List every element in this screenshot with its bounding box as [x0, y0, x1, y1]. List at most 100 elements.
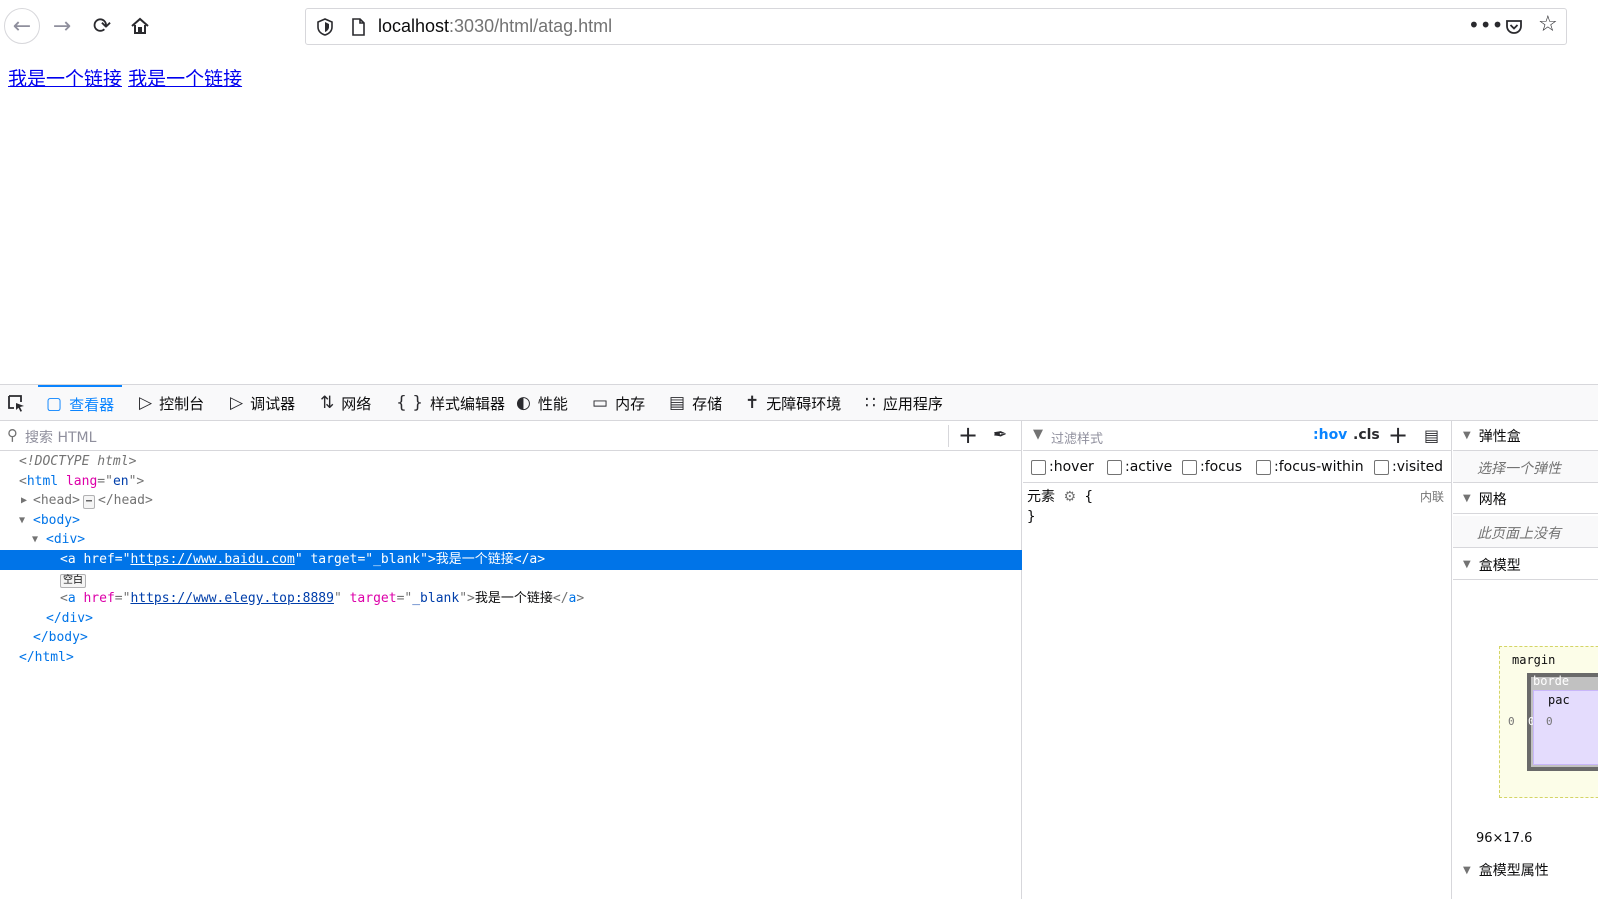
print-simulation-icon[interactable]: ▤: [1424, 426, 1439, 445]
add-rule-button[interactable]: +: [1388, 421, 1408, 449]
url-bar[interactable]: localhost:3030/html/atag.html ••• ☆: [305, 8, 1567, 45]
pseudo-active-checkbox[interactable]: :active: [1107, 459, 1172, 475]
tab-console[interactable]: ▷ 控制台: [131, 385, 212, 421]
page-link-baidu[interactable]: 我是一个链接: [8, 68, 122, 90]
pseudo-visited-label: :visited: [1392, 459, 1444, 475]
tree-node-body-close[interactable]: </body>: [0, 628, 1022, 648]
element-rule-selector-line: 元素 ⚙ { 内联: [1027, 487, 1444, 507]
a1-text: 我是一个链接: [435, 551, 514, 567]
reload-button[interactable]: ⟳: [84, 8, 120, 44]
url-host: localhost: [378, 16, 450, 36]
element-dimensions: 96×17.6: [1476, 831, 1533, 846]
pseudo-hover-checkbox[interactable]: :hover: [1031, 459, 1094, 475]
devtools-tabbar: ▢ 查看器 ▷ 控制台 ▷ 调试器 ⇅ 网络 { } 样式编辑器 ◐ 性能 ▭ …: [0, 385, 1598, 421]
pseudo-visited-checkbox[interactable]: :visited: [1374, 459, 1443, 475]
back-arrow-icon: ←: [12, 13, 32, 39]
box-model-properties-header[interactable]: ▼ 盒模型属性: [1453, 855, 1598, 885]
a2-target-value: _blank: [412, 591, 460, 607]
tree-node-div[interactable]: ▼ <div>: [0, 530, 1022, 550]
home-button[interactable]: [122, 8, 158, 44]
page-icon[interactable]: [348, 17, 368, 37]
pseudo-focus-within-checkbox[interactable]: :focus-within: [1256, 459, 1364, 475]
pseudo-focus-checkbox[interactable]: :focus: [1182, 459, 1242, 475]
collapse-triangle-icon[interactable]: ▼: [19, 511, 25, 531]
tree-node-head[interactable]: ▶ <head> ⋯ </head>: [0, 491, 1022, 511]
expand-triangle-icon[interactable]: ▶: [21, 491, 27, 511]
rules-toolbar: ▼ 过滤样式 :hov .cls + ▤: [1023, 421, 1452, 451]
tree-node-whitespace[interactable]: 空白: [0, 570, 1022, 590]
performance-icon: ◐: [516, 393, 531, 413]
box-model-diagram: margin 0 borde 0 pac 0: [1499, 646, 1598, 798]
tree-node-doctype[interactable]: <!DOCTYPE html>: [0, 452, 1022, 472]
a1-href-value[interactable]: https://www.baidu.com: [130, 552, 294, 567]
layout-sidebar: ◫ 布局 计 ▼ 弹性盒 选择一个弹性 ▼ 网格 此页面上没有 ▼ 盒模型 ma…: [1453, 421, 1598, 899]
search-html-input[interactable]: 搜索 HTML: [25, 427, 96, 447]
forward-arrow-icon: →: [52, 13, 72, 39]
tab-memory[interactable]: ▭ 内存: [584, 385, 653, 421]
console-icon: ▷: [139, 393, 153, 413]
collapse-triangle-icon: ▼: [1463, 493, 1471, 504]
tab-network[interactable]: ⇅ 网络: [312, 385, 379, 421]
element-picker-button[interactable]: [2, 385, 30, 421]
box-model-padding: pac 0: [1533, 690, 1598, 765]
checkbox-icon: [1374, 459, 1389, 475]
tab-debugger-label: 调试器: [250, 394, 296, 413]
tree-node-div-close[interactable]: </div>: [0, 609, 1022, 629]
collapse-triangle-icon: ▼: [1463, 559, 1471, 570]
tab-style-editor[interactable]: { } 样式编辑器: [388, 385, 513, 421]
tracking-protection-icon[interactable]: [315, 17, 335, 37]
collapse-triangle-icon: ▼: [1463, 864, 1471, 876]
eyedropper-icon[interactable]: ✒: [993, 425, 1007, 445]
grid-section-header[interactable]: ▼ 网格: [1453, 484, 1598, 514]
tab-storage-label: 存储: [692, 394, 723, 413]
star-icon[interactable]: ☆: [1538, 12, 1558, 37]
rules-panel: ▼ 过滤样式 :hov .cls + ▤ :hover :active :foc…: [1023, 421, 1452, 899]
head-close-tag: </head>: [98, 493, 153, 509]
collapsed-content-badge[interactable]: ⋯: [82, 495, 95, 510]
tree-node-html-close[interactable]: </html>: [0, 648, 1022, 668]
a1-target-value: _blank: [373, 551, 421, 567]
rule-open-brace: {: [1084, 489, 1093, 505]
accessibility-icon: ✝: [745, 393, 760, 413]
tab-inspector[interactable]: ▢ 查看器: [38, 385, 123, 421]
tree-node-html[interactable]: <html lang="en">: [0, 472, 1022, 492]
page-link-elegy[interactable]: 我是一个链接: [128, 68, 242, 90]
forward-button[interactable]: →: [44, 8, 80, 44]
ellipsis-icon[interactable]: •••: [1468, 13, 1503, 37]
tree-node-a-baidu[interactable]: <a href="https://www.baidu.com" target="…: [0, 549, 1022, 570]
url-text[interactable]: localhost:3030/html/atag.html: [378, 16, 612, 37]
tab-inspector-label: 查看器: [69, 395, 115, 414]
filter-styles-input[interactable]: 过滤样式: [1051, 428, 1103, 447]
flexbox-section-header[interactable]: ▼ 弹性盒: [1453, 421, 1598, 451]
pocket-icon[interactable]: [1504, 17, 1524, 37]
page-content: 我是一个链接 我是一个链接: [8, 64, 242, 91]
tab-performance[interactable]: ◐ 性能: [508, 385, 576, 421]
cls-toggle-button[interactable]: .cls: [1353, 427, 1380, 443]
rule-close-brace: }: [1027, 509, 1036, 525]
reload-icon: ⟳: [92, 13, 112, 39]
padding-left-value[interactable]: 0: [1546, 715, 1553, 728]
markup-search-bar: ⚲ 搜索 HTML + ✒: [0, 421, 1022, 451]
collapse-triangle-icon[interactable]: ▼: [32, 530, 38, 550]
margin-left-value[interactable]: 0: [1508, 715, 1515, 728]
a2-text: 我是一个链接: [474, 591, 553, 607]
html-lang-attr: lang: [65, 473, 98, 489]
pseudo-focus-within-label: :focus-within: [1274, 459, 1364, 475]
network-icon: ⇅: [320, 393, 335, 413]
tree-node-a-elegy[interactable]: <a href="https://www.elegy.top:8889" tar…: [0, 589, 1022, 609]
gear-icon[interactable]: ⚙: [1063, 489, 1076, 505]
storage-icon: ▤: [669, 393, 686, 413]
box-model-section-header[interactable]: ▼ 盒模型: [1453, 550, 1598, 580]
markup-tree: <!DOCTYPE html> <html lang="en"> ▶ <head…: [0, 452, 1022, 668]
pseudo-focus-label: :focus: [1200, 459, 1243, 475]
back-button[interactable]: ←: [4, 8, 40, 44]
tab-application[interactable]: ∷ 应用程序: [857, 385, 951, 421]
a2-href-value[interactable]: https://www.elegy.top:8889: [130, 591, 334, 606]
add-node-button[interactable]: +: [958, 421, 978, 449]
tab-accessibility[interactable]: ✝ 无障碍环境: [737, 385, 849, 421]
tab-storage[interactable]: ▤ 存储: [661, 385, 730, 421]
tab-debugger[interactable]: ▷ 调试器: [222, 385, 303, 421]
hov-toggle-button[interactable]: :hov: [1313, 427, 1347, 443]
tree-node-body[interactable]: ▼ <body>: [0, 511, 1022, 531]
inline-source-label: 内联: [1420, 490, 1445, 504]
